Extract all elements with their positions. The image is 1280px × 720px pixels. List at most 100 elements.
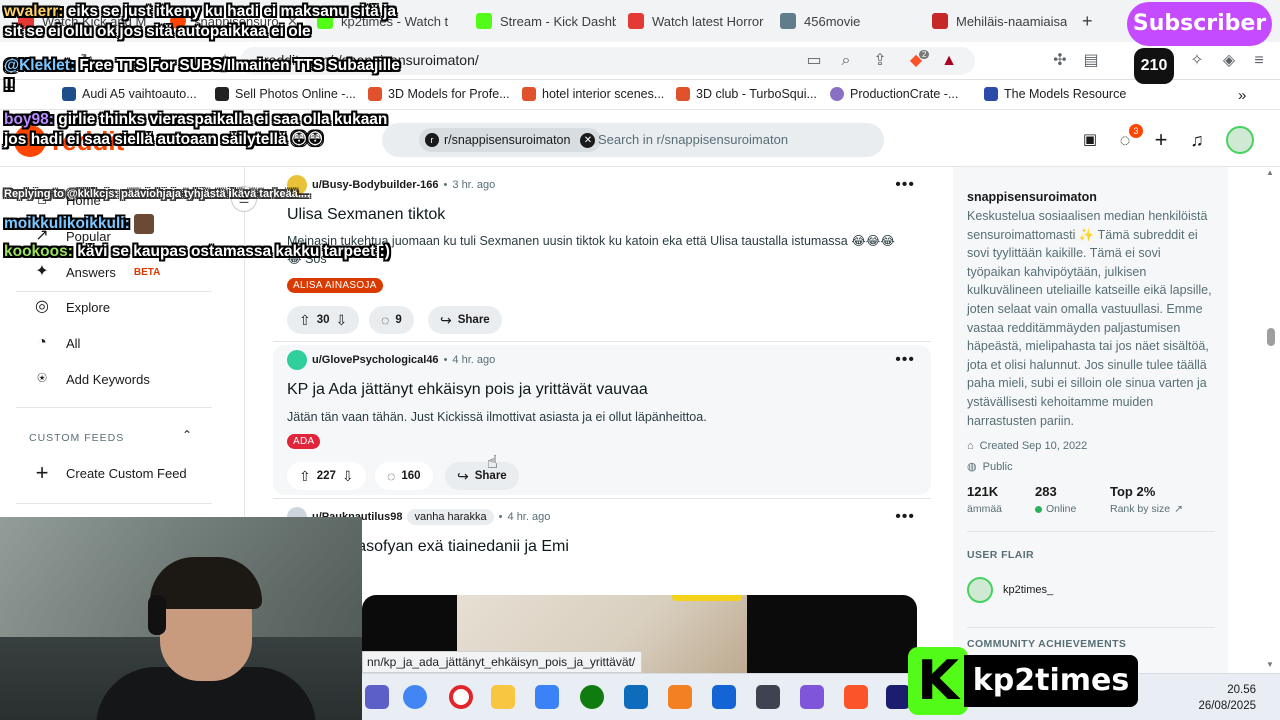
create-custom-feed[interactable]: + Create Custom Feed bbox=[32, 460, 187, 485]
search-scope-chip[interactable]: r r/snappisensuroimaton ✕ bbox=[419, 128, 602, 152]
scrollbar-thumb[interactable] bbox=[1267, 328, 1275, 346]
vote-button-group: ⇧ 227 ⇩ bbox=[287, 462, 366, 490]
m365-icon[interactable] bbox=[800, 685, 824, 709]
post-author[interactable]: u/GlovePsychological46 bbox=[312, 354, 439, 366]
advertise-icon[interactable]: ▣ bbox=[1077, 127, 1103, 153]
meta-dot: • bbox=[443, 354, 448, 366]
zoom-icon[interactable]: ⌕ bbox=[835, 50, 857, 72]
menu-icon[interactable]: ≡ bbox=[1248, 50, 1270, 72]
more-options-icon[interactable]: ••• bbox=[895, 508, 915, 526]
browser-tab[interactable]: Watch latest Horror bbox=[618, 6, 768, 36]
post-title[interactable]: KP ja Ada jättänyt ehkäisyn pois ja yrit… bbox=[287, 381, 648, 399]
scroll-up-arrow-icon[interactable]: ▲ bbox=[1266, 168, 1274, 177]
chat-line: kookoos: kävi se kaupas ostamassa kakku … bbox=[4, 242, 414, 262]
editor-icon[interactable] bbox=[712, 685, 736, 709]
chat-emote bbox=[134, 214, 155, 234]
leo-icon[interactable]: ✧ bbox=[1186, 50, 1208, 72]
bookmark-item[interactable]: hotel interior scenes... bbox=[522, 87, 664, 101]
nav-label: Explore bbox=[66, 299, 111, 315]
plus-icon: + bbox=[35, 460, 49, 485]
upvote-icon[interactable]: ⇧ bbox=[299, 312, 311, 329]
chat-user: @Kleklet: bbox=[4, 57, 76, 74]
cast-icon[interactable]: ▭ bbox=[803, 50, 825, 72]
created-date: Created Sep 10, 2022 bbox=[979, 440, 1088, 452]
share-label: Share bbox=[457, 314, 490, 326]
share-button[interactable]: ↪ Share bbox=[428, 306, 502, 334]
system-clock[interactable]: 20.56 26/08/2025 bbox=[1198, 682, 1256, 714]
kick-logo-icon: K bbox=[908, 647, 968, 715]
flair-avatar bbox=[967, 577, 993, 603]
upvote-icon[interactable]: ⇧ bbox=[299, 468, 311, 485]
more-options-icon[interactable]: ••• bbox=[895, 176, 915, 194]
downvote-icon[interactable]: ⇩ bbox=[342, 468, 354, 485]
notifications-icon[interactable]: ♫ bbox=[1184, 127, 1210, 153]
user-avatar-icon[interactable] bbox=[287, 350, 307, 370]
rank-stat[interactable]: Top 2% Rank by size ↗ bbox=[1110, 484, 1183, 515]
external-link-icon: ↗ bbox=[1174, 503, 1183, 515]
bookmarks-overflow-button[interactable]: » bbox=[1238, 87, 1246, 104]
post-card[interactable]: u/GlovePsychological46 • 4 hr. ago ••• K… bbox=[273, 345, 931, 495]
bookmark-label: hotel interior scenes... bbox=[542, 87, 665, 101]
browser-tab[interactable]: 456movie bbox=[770, 6, 920, 36]
chat-line: wvalerr: eiks se just itkeny ku hadi ei … bbox=[4, 2, 414, 42]
chrome-icon[interactable] bbox=[403, 685, 427, 709]
user-avatar[interactable] bbox=[1226, 126, 1254, 154]
members-stat: 121K ämmää bbox=[967, 484, 1002, 515]
comment-icon: ◌ bbox=[387, 468, 396, 484]
comments-button[interactable]: ◌ 160 bbox=[375, 462, 433, 490]
user-flair-name: kp2times_ bbox=[1003, 584, 1054, 596]
bookmark-label: 3D club - TurboSqui... bbox=[696, 87, 817, 101]
bookmark-item[interactable]: ProductionCrate -... bbox=[830, 87, 958, 101]
community-sidebar: snappisensuroimaton Keskustelua sosiaali… bbox=[953, 167, 1228, 707]
more-options-icon[interactable]: ••• bbox=[895, 351, 915, 369]
brave-rewards-icon[interactable]: ▲ bbox=[938, 50, 960, 72]
create-post-icon[interactable]: + bbox=[1148, 127, 1174, 153]
after-effects-icon[interactable] bbox=[886, 685, 910, 709]
xbox-icon[interactable] bbox=[580, 685, 604, 709]
chat-text: kävi se kaupas ostamassa kakku tarpeet :… bbox=[77, 243, 390, 260]
browser-tab[interactable]: Stream - Kick Dashb bbox=[466, 6, 616, 36]
extensions-icon[interactable]: ✣ bbox=[1049, 50, 1071, 72]
new-tab-button[interactable]: + bbox=[1072, 6, 1102, 36]
custom-feeds-header[interactable]: CUSTOM FEEDS bbox=[29, 432, 124, 444]
bookmark-favicon bbox=[830, 87, 844, 101]
nav-all[interactable]: ◔ All bbox=[32, 333, 80, 353]
chat-user: boy98: bbox=[4, 111, 54, 128]
opera-icon[interactable] bbox=[449, 685, 473, 709]
file-explorer-icon[interactable] bbox=[491, 685, 515, 709]
post-meta: u/GlovePsychological46 • 4 hr. ago bbox=[287, 350, 495, 370]
headset-icon bbox=[148, 595, 166, 635]
divider bbox=[16, 407, 212, 408]
clear-scope-icon[interactable]: ✕ bbox=[580, 132, 596, 148]
post-divider bbox=[273, 498, 931, 499]
chevron-up-icon[interactable]: ⌃ bbox=[182, 428, 192, 442]
post-flair-tag[interactable]: ADA bbox=[287, 434, 321, 449]
chat-user: moikkulikoikkuli: bbox=[4, 215, 130, 233]
post-time: 4 hr. ago bbox=[452, 354, 496, 366]
user-flair: vanha harakka bbox=[407, 509, 494, 525]
bookmark-item[interactable]: The Models Resource bbox=[984, 87, 1126, 101]
search-input[interactable]: r r/snappisensuroimaton ✕ Search in r/sn… bbox=[382, 123, 884, 157]
downvote-icon[interactable]: ⇩ bbox=[336, 312, 348, 329]
unity-icon[interactable] bbox=[756, 685, 780, 709]
scroll-down-arrow-icon[interactable]: ▼ bbox=[1266, 660, 1274, 669]
bookmark-label: The Models Resource bbox=[1004, 87, 1127, 101]
user-flair-row[interactable]: kp2times_ bbox=[967, 577, 1053, 603]
store-icon[interactable] bbox=[535, 685, 559, 709]
nav-add-keywords[interactable]: ⍟ Add Keywords bbox=[32, 369, 150, 389]
share-button[interactable]: ↪ Share bbox=[445, 462, 519, 490]
chat-text: eiks se just itkeny ku hadi ei maksanu s… bbox=[4, 3, 396, 40]
fl-studio-icon[interactable] bbox=[668, 685, 692, 709]
rank-row: Rank by size ↗ bbox=[1110, 503, 1183, 515]
sidebar-panel-icon[interactable]: ▤ bbox=[1080, 50, 1102, 72]
browser-tab[interactable]: Mehiläis-naamiaisa bbox=[922, 6, 1067, 36]
teams-icon[interactable] bbox=[365, 685, 389, 709]
comments-button[interactable]: ◌ 9 bbox=[369, 306, 414, 334]
outlook-icon[interactable] bbox=[624, 685, 648, 709]
chat-line: boy98: girlie thinks vieraspaikalla ei s… bbox=[4, 110, 414, 150]
share-icon[interactable]: ⇪ bbox=[869, 50, 891, 72]
bookmark-item[interactable]: 3D club - TurboSqui... bbox=[676, 87, 817, 101]
nav-explore[interactable]: ◎ Explore bbox=[32, 297, 110, 317]
brave-icon[interactable] bbox=[844, 685, 868, 709]
vpn-icon[interactable]: ◈ bbox=[1218, 50, 1240, 72]
